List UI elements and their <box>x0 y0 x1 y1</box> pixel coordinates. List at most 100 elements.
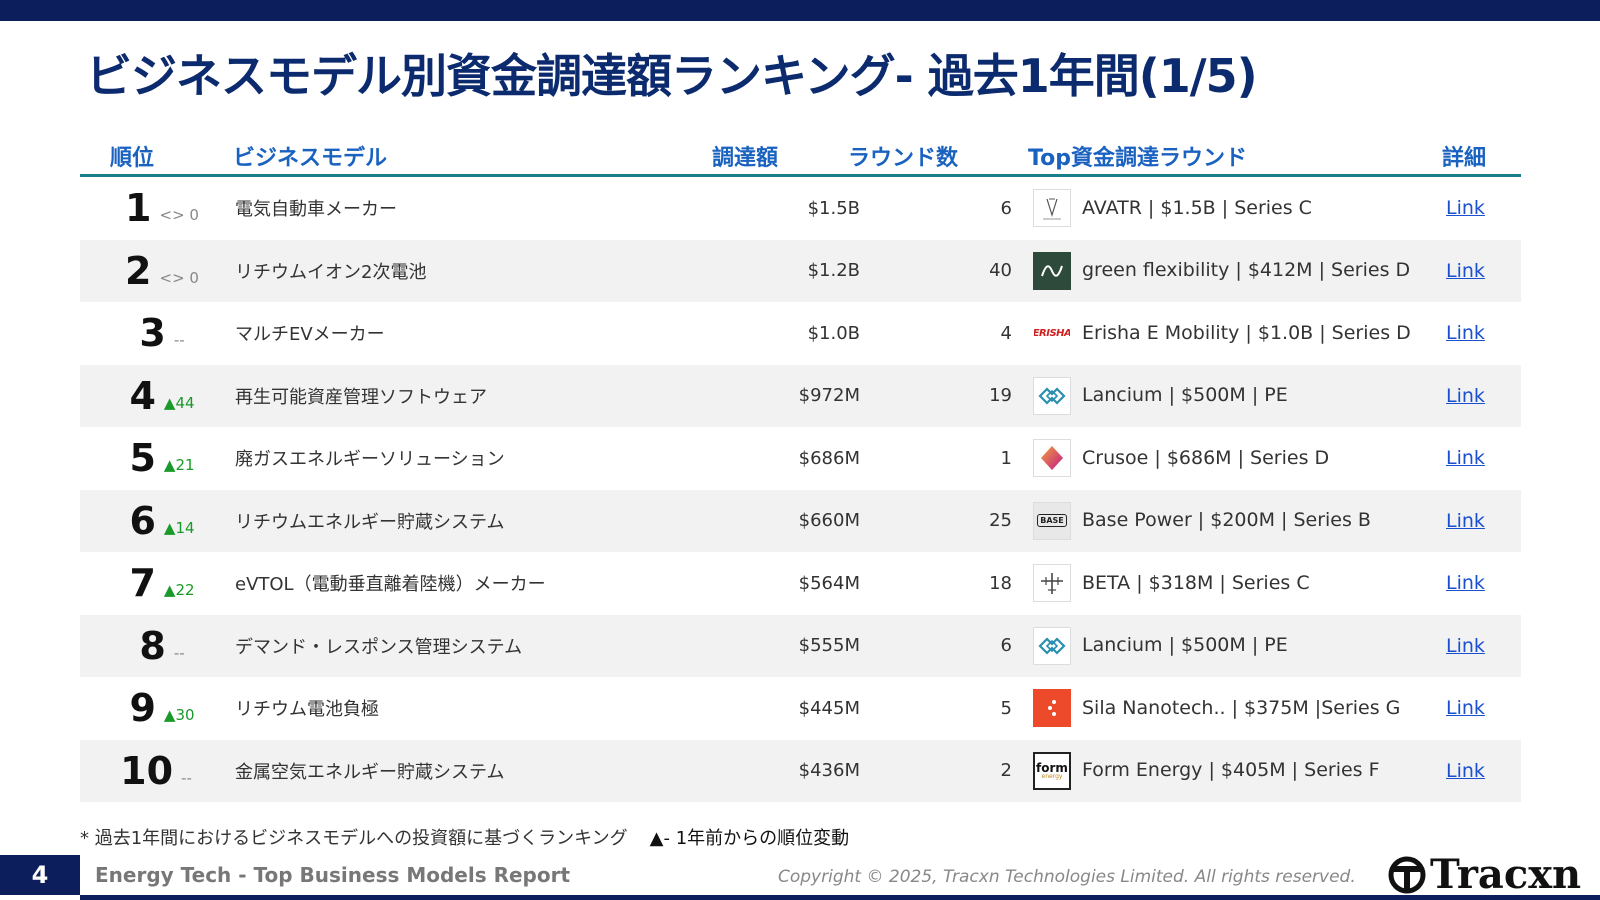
rank-number: 1 <box>125 186 152 231</box>
detail-link[interactable]: Link <box>1446 427 1485 490</box>
page-title: ビジネスモデル別資金調達額ランキング- 過去1年間(1/5) <box>86 49 1258 103</box>
funding-amount: $686M <box>798 447 860 469</box>
tracxn-logo: Tracxn <box>1388 855 1581 895</box>
up-arrow-icon: ▲ <box>163 706 176 725</box>
footnote-legend: ▲- 1年前からの順位変動 <box>649 828 850 849</box>
round-count: 6 <box>1000 197 1012 219</box>
rank-change: ▲14 <box>163 518 195 537</box>
rank-change: <> 0 <box>159 268 199 287</box>
footnote: * 過去1年間におけるビジネスモデルへの投資額に基づくランキング ▲- 1年前から… <box>80 824 849 850</box>
top-round-info: Crusoe | $686M | Series D <box>1082 446 1330 469</box>
rank-change: -- <box>173 331 185 350</box>
business-model: 廃ガスエネルギーソリューション <box>235 449 505 471</box>
up-arrow-icon: ▲ <box>163 518 176 537</box>
table-row: 6 ▲14 リチウムエネルギー貯蔵システム $660M 25 BASE Base… <box>80 489 1521 553</box>
table-row: 3 -- マルチEVメーカー $1.0B 4 ERISHA Erisha E M… <box>80 302 1521 365</box>
detail-link[interactable]: Link <box>1446 177 1485 240</box>
round-count: 1 <box>1000 447 1012 469</box>
rank-change: ▲22 <box>163 581 195 600</box>
beta-logo-icon <box>1033 564 1071 602</box>
round-count: 2 <box>1000 760 1012 782</box>
rank-number: 4 <box>129 373 156 418</box>
up-arrow-icon: ▲ <box>163 456 176 475</box>
table-header: 順位 ビジネスモデル 調達額 ラウンド数 Top資金調達ラウンド 詳細 <box>80 140 1521 177</box>
round-count: 4 <box>1000 322 1012 344</box>
business-model: 金属空気エネルギー貯蔵システム <box>235 761 505 783</box>
top-round-info: green flexibility | $412M | Series D <box>1082 259 1411 282</box>
footer: 4 Energy Tech - Top Business Models Repo… <box>0 855 1600 900</box>
detail-link[interactable]: Link <box>1446 302 1485 365</box>
table-row: 4 ▲44 再生可能資産管理ソフトウェア $972M 19 Lancium | … <box>80 364 1521 428</box>
top-bar <box>0 0 1600 21</box>
business-model: 電気自動車メーカー <box>235 199 397 221</box>
rank-number: 8 <box>139 623 166 668</box>
header-detail: 詳細 <box>1442 146 1487 171</box>
brand-name: Tracxn <box>1430 851 1582 898</box>
funding-amount: $555M <box>798 635 860 657</box>
rank-number: 10 <box>120 748 174 793</box>
funding-amount: $972M <box>798 385 860 407</box>
header-rank: 順位 <box>110 146 155 171</box>
ranking-table: 1 <> 0 電気自動車メーカー $1.5B 6 AVATR | $1.5B |… <box>80 177 1521 802</box>
detail-link[interactable]: Link <box>1446 240 1485 303</box>
detail-link[interactable]: Link <box>1446 615 1485 678</box>
round-count: 6 <box>1000 635 1012 657</box>
rank-change: ▲30 <box>163 706 195 725</box>
table-row: 5 ▲21 廃ガスエネルギーソリューション $686M 1 Crusoe | $… <box>80 427 1521 490</box>
table-row: 8 -- デマンド・レスポンス管理システム $555M 6 Lancium | … <box>80 614 1521 678</box>
funding-amount: $660M <box>798 510 860 532</box>
rank-change: -- <box>181 768 192 787</box>
rank-cell: 4 ▲44 <box>94 365 230 428</box>
table-row: 2 <> 0 リチウムイオン2次電池 $1.2B 40 green flexib… <box>80 239 1521 303</box>
base-power-logo-icon: BASE <box>1033 501 1071 540</box>
business-model: 再生可能資産管理ソフトウェア <box>235 386 487 408</box>
tracxn-mark-icon <box>1388 856 1426 894</box>
round-count: 5 <box>1000 697 1012 719</box>
page-number: 4 <box>0 855 80 895</box>
funding-amount: $564M <box>798 572 860 594</box>
business-model: リチウムイオン2次電池 <box>235 261 427 283</box>
detail-link[interactable]: Link <box>1446 677 1485 740</box>
table-row: 10 -- 金属空気エネルギー貯蔵システム $436M 2 form energ… <box>80 739 1521 803</box>
business-model: マルチEVメーカー <box>235 324 385 346</box>
top-round-info: Lancium | $500M | PE <box>1082 384 1288 407</box>
rank-number: 7 <box>129 561 156 606</box>
lancium-logo-icon <box>1033 626 1071 665</box>
rank-cell: 5 ▲21 <box>94 427 230 490</box>
rank-change: ▲44 <box>163 393 195 412</box>
top-round-info: Erisha E Mobility | $1.0B | Series D <box>1082 321 1411 344</box>
rank-number: 2 <box>125 248 152 293</box>
top-round-info: Lancium | $500M | PE <box>1082 634 1288 657</box>
table-row: 7 ▲22 eVTOL（電動垂直離着陸機）メーカー $564M 18 BETA … <box>80 552 1521 615</box>
rank-cell: 3 -- <box>94 302 230 365</box>
rank-cell: 9 ▲30 <box>94 677 230 740</box>
funding-amount: $1.0B <box>807 322 860 344</box>
funding-amount: $445M <box>798 697 860 719</box>
rank-change: -- <box>173 643 185 662</box>
rank-number: 3 <box>139 311 166 356</box>
header-top-round: Top資金調達ラウンド <box>1028 146 1247 171</box>
table-row: 9 ▲30 リチウム電池負極 $445M 5 Sila Nanotech.. |… <box>80 677 1521 740</box>
detail-link[interactable]: Link <box>1446 552 1485 615</box>
rank-cell: 6 ▲14 <box>94 490 230 553</box>
rank-number: 6 <box>129 498 156 543</box>
rank-cell: 10 -- <box>88 740 224 803</box>
rank-cell: 1 <> 0 <box>94 177 230 240</box>
funding-amount: $1.5B <box>807 197 860 219</box>
top-round-info: Sila Nanotech.. | $375M |Series G <box>1082 696 1401 719</box>
crusoe-logo-icon <box>1033 439 1071 477</box>
business-model: デマンド・レスポンス管理システム <box>235 636 523 658</box>
rank-cell: 2 <> 0 <box>94 240 230 303</box>
funding-amount: $1.2B <box>807 260 860 282</box>
rank-number: 5 <box>129 436 156 481</box>
sila-logo-icon <box>1033 689 1071 727</box>
form-energy-logo-icon: form energy <box>1033 751 1071 790</box>
detail-link[interactable]: Link <box>1446 490 1485 553</box>
business-model: リチウム電池負極 <box>235 699 379 721</box>
detail-link[interactable]: Link <box>1446 365 1485 428</box>
detail-link[interactable]: Link <box>1446 740 1485 803</box>
up-arrow-icon: ▲ <box>163 393 176 412</box>
rank-cell: 7 ▲22 <box>94 552 230 615</box>
erisha-logo-icon: ERISHA <box>1033 314 1071 352</box>
business-model: リチウムエネルギー貯蔵システム <box>235 511 505 533</box>
